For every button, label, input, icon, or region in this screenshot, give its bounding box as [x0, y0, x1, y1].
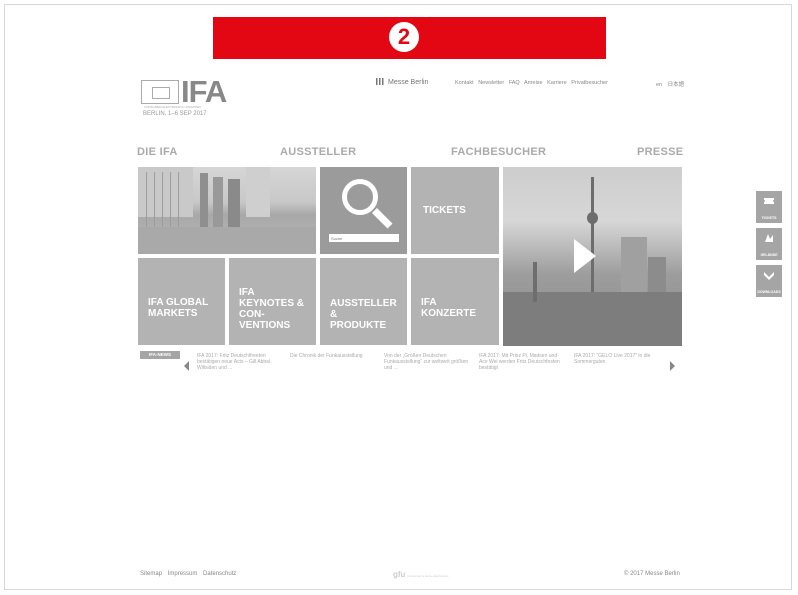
magnifier-handle [372, 208, 393, 229]
keynotes-label: IFA KEYNOTES & CON- VENTIONS [239, 287, 305, 331]
ifa-logo-date: BERLIN, 1–6 SEP 2017 [143, 111, 207, 117]
top-navigation: Kontakt Newsletter FAQ Anreise Karriere … [455, 80, 611, 86]
tickets-tile-label: TICKETS [423, 205, 466, 216]
search-input[interactable] [329, 234, 399, 242]
gfu-logo-text: gfu [393, 570, 406, 579]
messe-berlin-link[interactable]: Messe Berlin [376, 78, 428, 86]
search-tile [320, 167, 407, 254]
map-icon [765, 234, 773, 242]
ifa-logo-subtitle: CONSUMER ELECTRONICS UNLIMITED [144, 105, 201, 109]
footer-sitemap[interactable]: Sitemap [140, 571, 162, 577]
messe-berlin-label: Messe Berlin [388, 79, 429, 86]
footer-impressum[interactable]: Impressum [168, 571, 198, 577]
news-prev-arrow-icon[interactable] [184, 361, 189, 371]
side-downloads-button[interactable]: DOWNLOADS [756, 265, 782, 297]
topnav-kontakt[interactable]: Kontakt [455, 80, 474, 86]
footer-datenschutz[interactable]: Datenschutz [203, 571, 236, 577]
topnav-faq[interactable]: FAQ [509, 80, 520, 86]
aussteller-produkte-tile[interactable]: AUSSTELLER & PRODUKTE [320, 258, 407, 345]
konzerte-tile[interactable]: IFA KONZERTE [411, 258, 499, 345]
keynotes-tile[interactable]: IFA KEYNOTES & CON- VENTIONS [229, 258, 316, 345]
news-item[interactable]: Die Chronik der Funkausstellung [290, 353, 376, 359]
global-markets-label: IFA GLOBAL MARKETS [148, 297, 209, 319]
tickets-tile[interactable]: TICKETS [411, 167, 499, 254]
copyright: © 2017 Messe Berlin [624, 571, 680, 577]
nav-die-ifa[interactable]: DIE IFA [137, 146, 178, 158]
konzerte-label: IFA KONZERTE [421, 297, 476, 319]
news-label: IFA-NEWS [140, 351, 180, 359]
download-icon [764, 272, 774, 280]
ticket-icon [764, 198, 774, 204]
side-gelaende-label: GELÄNDE [760, 253, 778, 257]
side-tickets-button[interactable]: TICKETS [756, 191, 782, 223]
side-downloads-label: DOWNLOADS [757, 290, 781, 294]
topnav-karriere[interactable]: Karriere [547, 80, 567, 86]
lang-en[interactable]: en [656, 82, 662, 88]
berlin-video-tile[interactable] [503, 167, 682, 346]
messe-berlin-icon [376, 78, 385, 85]
news-next-arrow-icon[interactable] [670, 361, 675, 371]
topnav-anreise[interactable]: Anreise [524, 80, 543, 86]
news-item[interactable]: IFA 2017: Fritz Deutschlfreeten bestätig… [197, 353, 283, 371]
news-item[interactable]: IFA 2017: Mit Prinz Pi, Madsen und Ace W… [479, 353, 565, 371]
ifa-photo-tile[interactable] [138, 167, 316, 254]
nav-fachbesucher[interactable]: FACHBESUCHER [451, 146, 546, 158]
news-item[interactable]: IFA 2017: "GELO Live 2017" in die Sommer… [574, 353, 660, 365]
news-item[interactable]: Von der „Großen Deutschen Funkausstellun… [384, 353, 470, 371]
play-icon[interactable] [574, 239, 596, 273]
magnifier-icon [342, 179, 378, 215]
gfu-logo[interactable]: gfu Consumer & Home Electronics [393, 570, 448, 579]
topnav-privatbesucher[interactable]: Privatbesucher [571, 80, 608, 86]
side-tickets-label: TICKETS [761, 216, 777, 220]
lang-ja[interactable]: 日本語 [668, 82, 685, 88]
aussteller-produkte-label: AUSSTELLER & PRODUKTE [330, 298, 397, 331]
nav-presse[interactable]: PRESSE [637, 146, 683, 158]
ifa-logo-icon [141, 80, 179, 104]
nav-aussteller[interactable]: AUSSTELLER [280, 146, 356, 158]
footer-links: Sitemap Impressum Datenschutz [140, 571, 240, 577]
step-number-badge: 2 [389, 22, 419, 52]
global-markets-tile[interactable]: IFA GLOBAL MARKETS [138, 258, 225, 345]
side-gelaende-button[interactable]: GELÄNDE [756, 228, 782, 260]
topnav-newsletter[interactable]: Newsletter [478, 80, 504, 86]
gfu-logo-subtitle: Consumer & Home Electronics [407, 574, 449, 578]
news-ticker: IFA-NEWS IFA 2017: Fritz Deutschlfreeten… [140, 351, 686, 387]
language-switcher: en 日本語 [656, 80, 688, 88]
